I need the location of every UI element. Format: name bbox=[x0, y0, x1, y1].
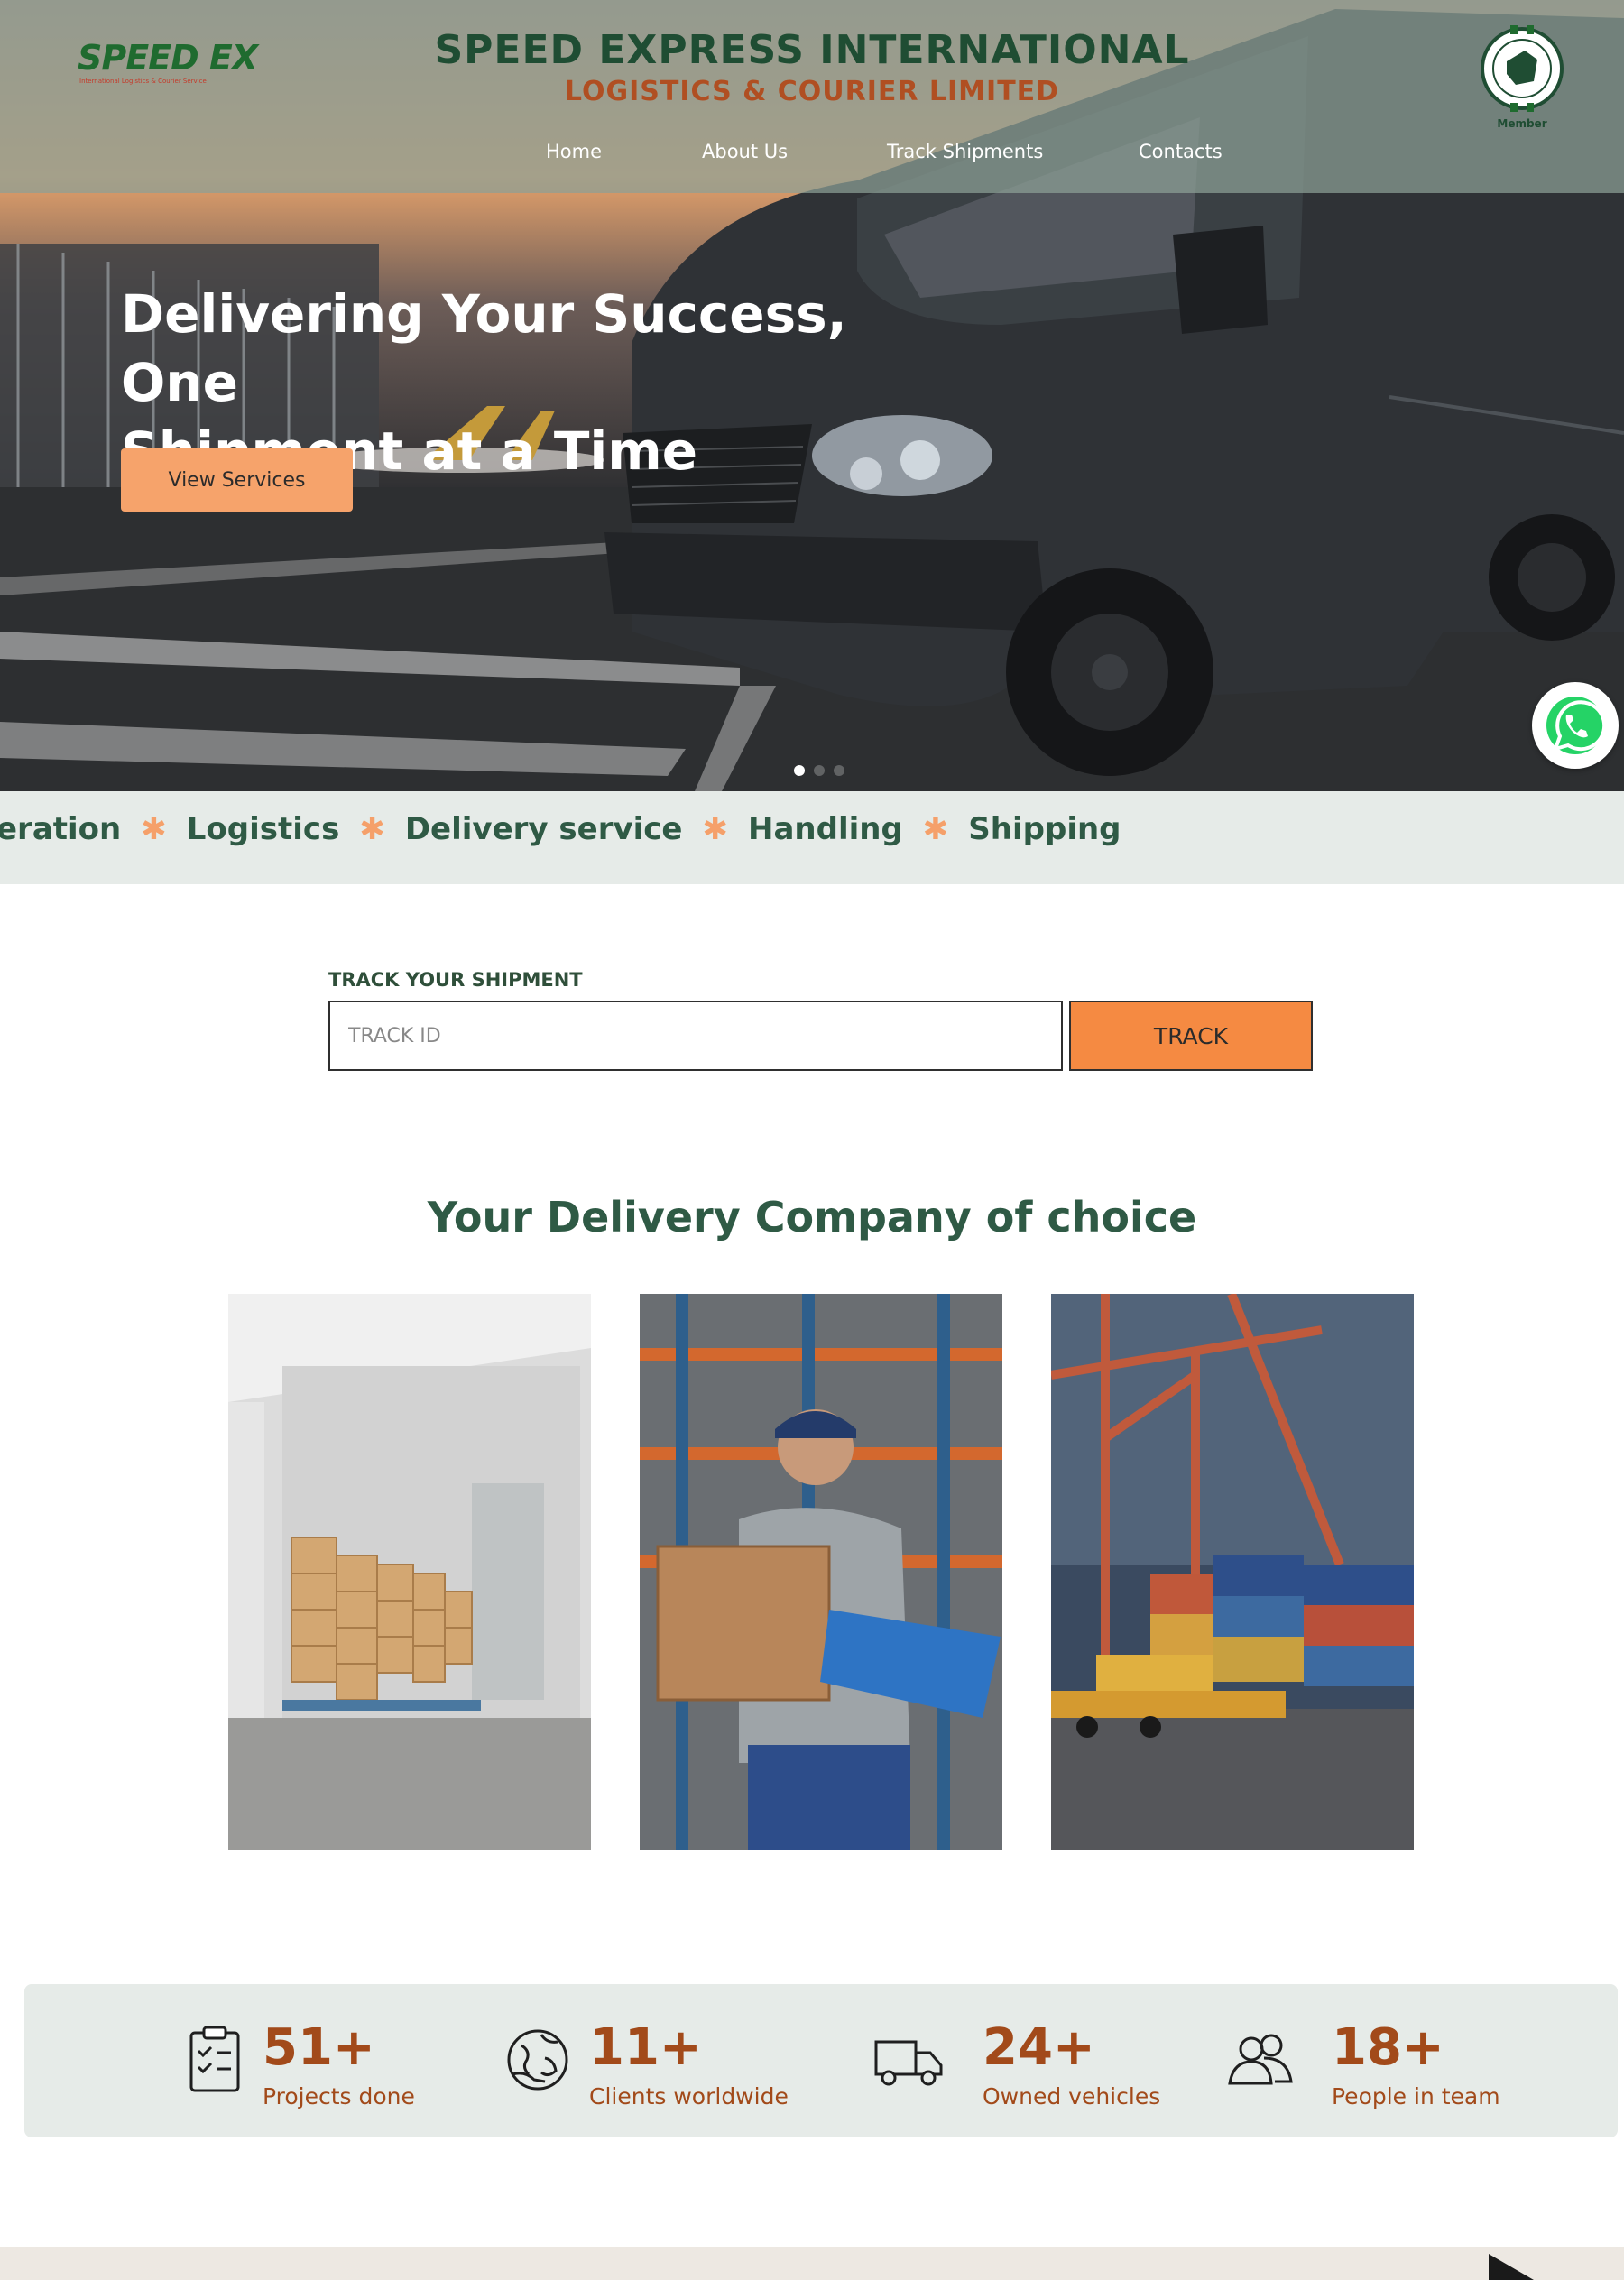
globe-hand-icon bbox=[507, 2029, 568, 2091]
carousel-dot-3[interactable] bbox=[834, 765, 844, 776]
star-icon: ✱ bbox=[359, 811, 385, 847]
header-bar: SPEED EX International Logistics & Couri… bbox=[0, 0, 1624, 193]
association-seal-icon bbox=[1481, 25, 1564, 112]
hero-headline-line1: Delivering Your Success, One bbox=[121, 283, 847, 413]
member-label: Member bbox=[1497, 117, 1547, 130]
ticker-item: Delivery service bbox=[404, 811, 683, 847]
footer-strip-graphic bbox=[1489, 2254, 1534, 2280]
star-icon: ✱ bbox=[141, 811, 167, 847]
hero-banner: SPEED EX International Logistics & Couri… bbox=[0, 0, 1624, 791]
worker-with-box-image bbox=[640, 1294, 1002, 1850]
stat-label: Projects done bbox=[263, 2083, 415, 2109]
nav-contacts[interactable]: Contacts bbox=[1139, 141, 1223, 162]
stat-value: 11+ bbox=[589, 2018, 702, 2077]
carousel-dot-2[interactable] bbox=[814, 765, 825, 776]
nav-about-us[interactable]: About Us bbox=[702, 141, 788, 162]
stat-value: 51+ bbox=[263, 2018, 375, 2077]
section-title-delivery-company: Your Delivery Company of choice bbox=[427, 1193, 1197, 1242]
clipboard-check-icon bbox=[189, 2026, 240, 2092]
stat-label: Clients worldwide bbox=[589, 2083, 789, 2109]
track-id-input[interactable] bbox=[328, 1001, 1063, 1071]
carousel-dots bbox=[794, 762, 854, 780]
nav-track-shipments[interactable]: Track Shipments bbox=[887, 141, 1043, 162]
company-title: SPEED EXPRESS INTERNATIONAL bbox=[434, 27, 1190, 73]
nav-home[interactable]: Home bbox=[546, 141, 602, 162]
view-services-button[interactable]: View Services bbox=[121, 448, 353, 512]
ticker-item: Shipping bbox=[968, 811, 1121, 847]
stats-panel: 51+ Projects done 11+ Clients worldwide … bbox=[24, 1984, 1618, 2137]
star-icon: ✱ bbox=[702, 811, 729, 847]
track-shipment-label: TRACK YOUR SHIPMENT bbox=[328, 969, 583, 991]
delivery-truck-icon bbox=[874, 2040, 943, 2086]
team-people-icon bbox=[1228, 2034, 1293, 2085]
port-containers-image bbox=[1051, 1294, 1414, 1850]
carousel-dot-1[interactable] bbox=[794, 765, 805, 776]
main-nav: Home About Us Track Shipments Contacts bbox=[0, 141, 1624, 168]
stat-value: 24+ bbox=[983, 2018, 1095, 2077]
ticker-row: eration ✱ Logistics ✱ Delivery service ✱ Handl… bbox=[0, 811, 1121, 847]
whatsapp-chat-button[interactable] bbox=[1532, 682, 1619, 769]
ticker-item: Handling bbox=[748, 811, 903, 847]
association-member-badge: Member bbox=[1480, 25, 1564, 134]
next-section-edge bbox=[0, 2247, 1624, 2280]
ticker-item: Logistics bbox=[186, 811, 340, 847]
warehouse-boxes-image bbox=[228, 1294, 591, 1850]
services-ticker: eration ✱ Logistics ✱ Delivery service ✱ Handl… bbox=[0, 791, 1624, 884]
stat-label: People in team bbox=[1332, 2083, 1500, 2109]
company-subtitle: LOGISTICS & COURIER LIMITED bbox=[564, 76, 1060, 107]
track-button[interactable]: TRACK bbox=[1069, 1001, 1313, 1071]
stat-value: 18+ bbox=[1332, 2018, 1444, 2077]
ticker-item: eration bbox=[0, 811, 122, 847]
star-icon: ✱ bbox=[922, 811, 949, 847]
stat-label: Owned vehicles bbox=[983, 2083, 1161, 2109]
whatsapp-icon bbox=[1546, 697, 1607, 754]
